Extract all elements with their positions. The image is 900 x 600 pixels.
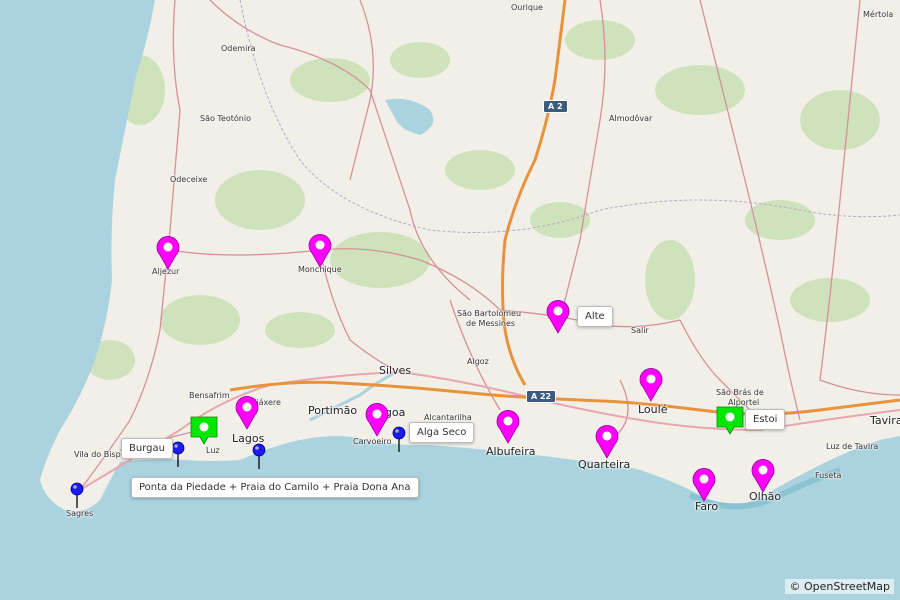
road-shield-a2: A 2 [543,100,568,113]
road-shield-a22: A 22 [526,390,557,403]
map-attribution[interactable]: © OpenStreetMap [785,579,894,594]
map-pin-icon [595,425,619,459]
map-pin-icon [692,468,716,502]
map-pin-alte[interactable] [545,298,571,334]
map-pin-faro[interactable] [691,466,717,502]
map-pin-sagres-blue[interactable] [70,482,84,508]
map-marker-estoi-green[interactable] [715,405,745,435]
map-pin-icon [308,234,332,268]
map-pin-lagos[interactable] [234,394,260,430]
square-pin-icon [190,416,218,445]
map-pin-alga-seco-blue[interactable] [392,426,406,452]
map-pin-loule[interactable] [638,366,664,402]
map-pin-quarteira[interactable] [594,423,620,459]
map-base-layer [0,0,900,600]
map-marker-burgau-green[interactable] [189,415,219,445]
thumbtack-icon [392,426,406,452]
map-pin-icon [639,368,663,402]
map-canvas[interactable]: Ourique Mértola Odemira São Teotónio Alm… [0,0,900,600]
map-pin-icon [365,403,389,437]
map-pin-icon [751,459,775,493]
map-pin-icon [496,410,520,444]
callout-estoi[interactable]: Estoi [745,409,786,430]
thumbtack-icon [171,441,185,467]
map-pin-aljezur[interactable] [155,234,181,270]
map-pin-icon [235,396,259,430]
map-pin-monchique[interactable] [307,232,333,268]
callout-alte[interactable]: Alte [577,306,613,327]
map-pin-burgau-blue[interactable] [171,441,185,467]
map-pin-olhao[interactable] [750,457,776,493]
callout-ponta-da-piedade[interactable]: Ponta da Piedade + Praia do Camilo + Pra… [131,477,419,498]
map-pin-ponta-da-piedade-blue[interactable] [252,443,266,469]
map-pin-albufeira[interactable] [495,408,521,444]
thumbtack-icon [252,443,266,469]
thumbtack-icon [70,482,84,508]
map-pin-icon [546,300,570,334]
square-pin-icon [716,406,744,435]
map-pin-icon [156,236,180,270]
callout-burgau[interactable]: Burgau [121,438,173,459]
callout-alga-seco[interactable]: Alga Seco [409,422,475,443]
map-pin-carvoeiro[interactable] [364,401,390,437]
